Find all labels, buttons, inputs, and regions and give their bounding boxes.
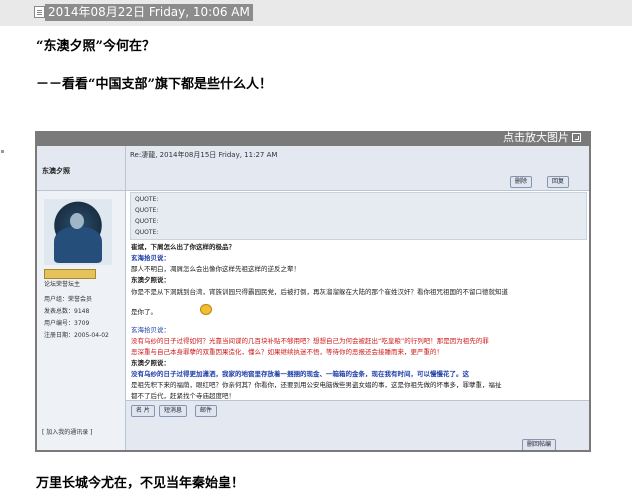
post-text-line: 都不了后代，赶紧找个寺庙超度吧！ [131,392,235,400]
post-datetime: 2014年08月22日 Friday, 10:06 AM [45,4,253,21]
post-header: Re:凄龍, 2014年08月15日 Friday, 11:27 AM 删除 回… [126,146,589,191]
delete-reply-button[interactable]: 删回帖编 [522,439,557,450]
quote-label: QUOTE: [135,218,159,225]
decorative-dot [1,150,4,153]
reply-button[interactable]: 回复 [547,176,570,188]
author-name: 东澳夕照 [42,167,70,175]
avatar-face [70,213,84,229]
expand-icon [572,133,581,142]
post-info: Re:凄龍, 2014年08月15日 Friday, 11:27 AM [130,151,278,159]
post-text-line: 恶深重与自己本身罪孽的双重因果造化，懂么？如果继续执迷不悟，等待你的恶报还会接踵… [131,348,443,356]
embedded-screenshot[interactable]: 点击放大图片 东澳夕照 论坛荣誉坛主 用户组：荣誉会员 发表总数：9148 用户… [35,131,591,452]
post-line-1: “东澳夕照”今何在？ [36,39,155,54]
author-column: 东澳夕照 论坛荣誉坛主 用户组：荣誉会员 发表总数：9148 用户编号：3709… [37,146,126,450]
stat-joined: 注册日期：2005-04-02 [44,332,109,339]
post-text-line: 东澳夕照说： [131,276,170,284]
mail-button[interactable]: 邮件 [195,405,218,417]
stat-posts: 发表总数：9148 [44,308,90,315]
post-text-line: 玄海拾贝说： [131,326,170,334]
zoom-caption-label: 点击放大图片 [503,131,569,144]
avatar-figure [54,227,102,263]
author-header: 东澳夕照 [37,146,125,191]
smiley-icon [200,304,212,315]
post-text-line: 崔斌，下屑怎么出了你这样的极品？ [131,243,235,251]
post-text-line: 没有乌纱的日子过得如何？光靠当间谍的几百块补贴不够用吧？想想自己为何会被赶出“吃… [131,337,489,345]
post-text-line: 没有乌纱的日子过得更加潇洒，我家的地窖里存放着一捆捆的现金、一箱箱的金条，现在我… [131,370,469,378]
post-column: Re:凄龍, 2014年08月15日 Friday, 11:27 AM 删除 回… [126,146,589,450]
post-text-line: 鄙人不明白，凋屑怎么会出像你这样先祖这样的逆反之辈！ [131,265,300,273]
author-stats: 用户组：荣誉会员 发表总数：9148 用户编号：3709 注册日期：2005-0… [44,294,109,342]
post-header-bar: 2014年08月22日 Friday, 10:06 AM [0,0,632,26]
forum-post-frame: 东澳夕照 论坛荣誉坛主 用户组：荣誉会员 发表总数：9148 用户编号：3709… [37,146,589,450]
post-icon [34,6,45,18]
delete-button[interactable]: 删除 [510,176,533,188]
add-contact-link[interactable]: [ 加入我的通讯录 ] [42,427,93,436]
avatar [44,199,112,265]
stat-uid: 用户编号：3709 [44,320,90,327]
post-text-line: 是你了。 [131,308,157,316]
post-text-line: 你是不是从下洞跳到台湾，宵族训园只得霸园民党，后被打倒，再灰溜溜躲在大陆的那个崔… [131,288,508,296]
rank-label: 论坛荣誉坛主 [44,281,81,288]
post-footer: 名 片 短消息 邮件 删回帖编 [126,400,589,450]
stat-group: 用户组：荣誉会员 [44,296,93,303]
rank-badge [44,269,96,279]
post-text-line: 东澳夕照说： [131,359,170,367]
profile-button[interactable]: 名 片 [131,405,155,417]
quote-label: QUOTE: [135,207,159,214]
quote-label: QUOTE: [135,196,159,203]
post-line-3: 万里长城今尤在，不见当年秦始皇！ [36,476,245,491]
quote-label: QUOTE: [135,229,159,236]
post-text-line: 玄海拾贝说： [131,254,170,262]
post-line-2: －－看看“中国支部”旗下都是些什么人！ [36,77,272,92]
quote-block: QUOTE: QUOTE: QUOTE: QUOTE: [130,192,587,240]
pm-button[interactable]: 短消息 [159,405,188,417]
zoom-caption[interactable]: 点击放大图片 [503,131,581,145]
post-text-line: 是祖先积下来的福荫，眼红吧？你亲何其？你看你，还要到用公安电脑做些男盗女娼的事，… [131,381,502,389]
